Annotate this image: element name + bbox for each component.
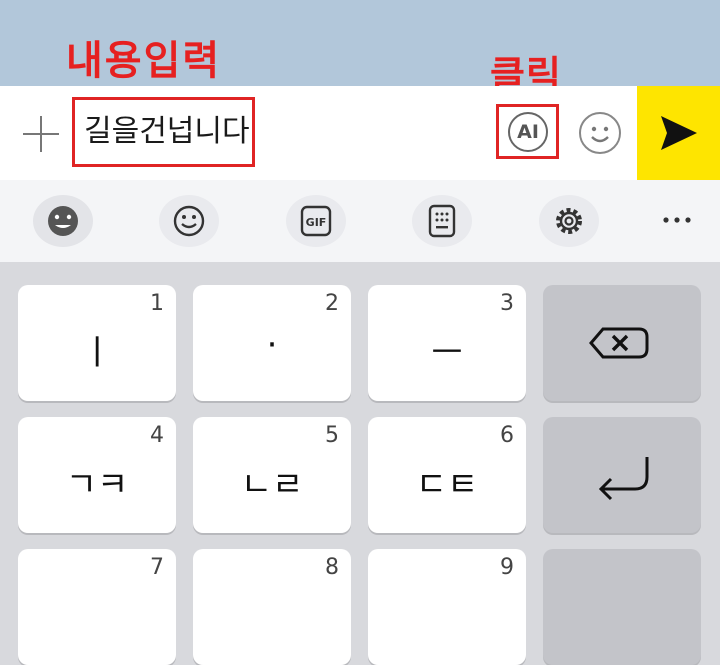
emoji-icon[interactable] <box>33 195 93 247</box>
key-3[interactable]: 3 ㅡ <box>368 285 526 401</box>
ai-button[interactable]: AI <box>508 112 548 152</box>
keyboard-toolbar <box>0 180 720 262</box>
key-4[interactable]: 4 ㄱㅋ <box>18 417 176 533</box>
key-number: 9 <box>500 555 514 580</box>
key-char: ㅣ <box>81 333 113 373</box>
key-number: 6 <box>500 423 514 448</box>
backspace-key[interactable] <box>543 285 701 401</box>
function-key[interactable] <box>543 549 701 665</box>
gear-icon[interactable] <box>539 195 599 247</box>
key-char: ㄱㅋ <box>65 465 129 505</box>
emoticon-icon[interactable] <box>579 112 621 154</box>
key-number: 5 <box>325 423 339 448</box>
key-8[interactable]: 8 <box>193 549 351 665</box>
key-char: ㅡ <box>431 333 463 373</box>
key-char: ㄷㅌ <box>415 465 479 505</box>
key-7[interactable]: 7 <box>18 549 176 665</box>
key-1[interactable]: 1 ㅣ <box>18 285 176 401</box>
key-char: ㄴㄹ <box>240 465 304 505</box>
key-number: 4 <box>150 423 164 448</box>
gif-icon[interactable]: GIF <box>286 195 346 247</box>
enter-key[interactable] <box>543 417 701 533</box>
key-5[interactable]: 5 ㄴㄹ <box>193 417 351 533</box>
annotation-input-label: 내용입력 <box>66 38 222 84</box>
send-button[interactable] <box>637 86 720 180</box>
keypad-icon[interactable] <box>412 195 472 247</box>
send-icon <box>661 116 697 150</box>
gif-label: GIF <box>306 216 327 229</box>
key-9[interactable]: 9 <box>368 549 526 665</box>
key-6[interactable]: 6 ㄷㅌ <box>368 417 526 533</box>
key-number: 2 <box>325 291 339 316</box>
key-number: 7 <box>150 555 164 580</box>
key-number: 3 <box>500 291 514 316</box>
key-number: 1 <box>150 291 164 316</box>
message-input[interactable]: 길을건넙니다 <box>84 112 250 152</box>
key-number: 8 <box>325 555 339 580</box>
smile-icon[interactable] <box>159 195 219 247</box>
more-icon[interactable] <box>660 210 696 230</box>
enter-icon <box>598 457 649 501</box>
key-char: · <box>266 325 278 365</box>
plus-icon[interactable] <box>22 112 60 156</box>
backspace-icon <box>589 327 649 359</box>
key-2[interactable]: 2 · <box>193 285 351 401</box>
